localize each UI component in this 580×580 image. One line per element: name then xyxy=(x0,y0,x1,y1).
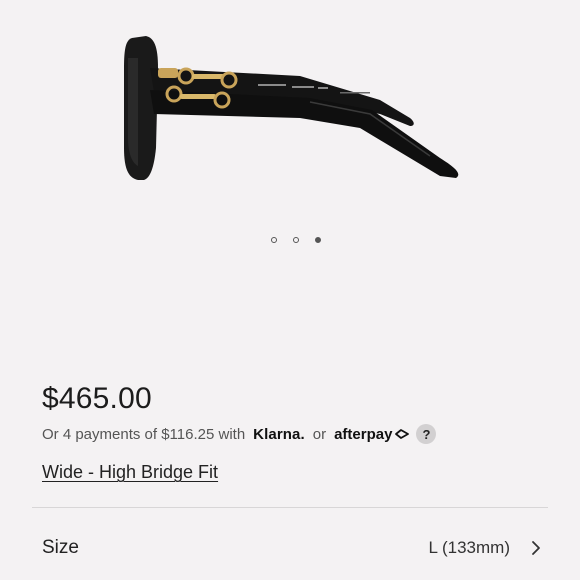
help-question-icon[interactable]: ? xyxy=(416,424,437,444)
installment-info: Or 4 payments of $116.25 with Klarna. or… xyxy=(42,423,437,445)
or-text: or xyxy=(312,425,327,443)
afterpay-arrows-icon xyxy=(395,429,410,439)
carousel-dot-2[interactable] xyxy=(293,237,299,243)
afterpay-logo[interactable]: afterpay xyxy=(334,426,410,443)
size-label: Size xyxy=(42,537,79,558)
fit-info-link[interactable]: Wide - High Bridge Fit xyxy=(42,462,218,483)
klarna-logo[interactable]: Klarna. xyxy=(253,426,305,443)
divider xyxy=(32,507,548,508)
afterpay-label: afterpay xyxy=(334,425,393,443)
chevron-right-icon xyxy=(530,540,542,556)
product-price: $465.00 xyxy=(42,382,152,415)
size-value: L (133mm) xyxy=(428,538,510,557)
product-page: $465.00 Or 4 payments of $116.25 with Kl… xyxy=(0,0,580,580)
carousel-dot-1[interactable] xyxy=(271,237,277,243)
installment-text: Or 4 payments of $116.25 with xyxy=(42,425,246,443)
size-selector-row[interactable]: Size L (133mm) xyxy=(42,534,542,562)
carousel-dot-3-active[interactable] xyxy=(315,237,321,243)
product-image[interactable] xyxy=(110,28,470,188)
image-carousel-dots xyxy=(0,237,580,243)
